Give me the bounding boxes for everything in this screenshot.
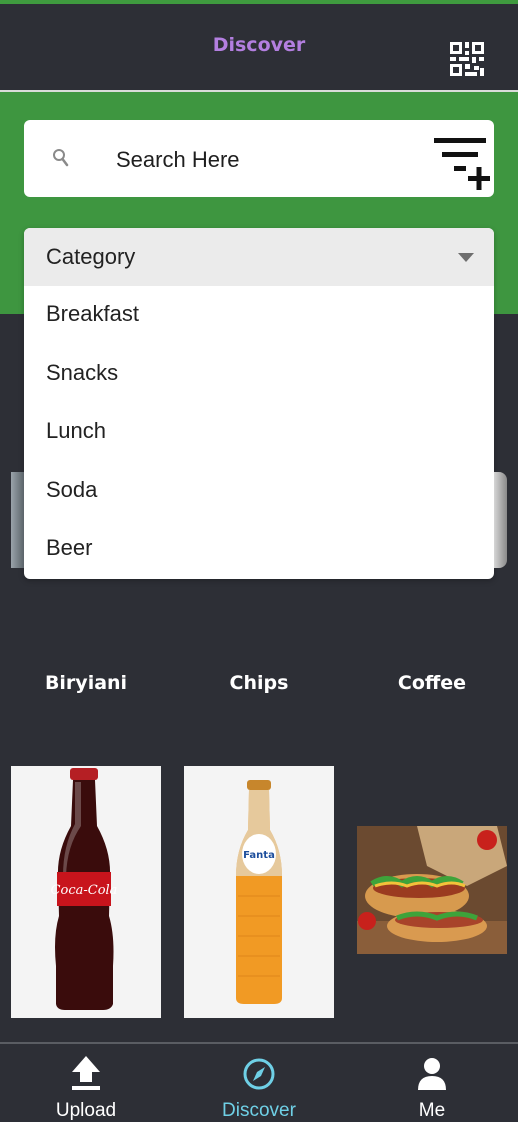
search-input[interactable] [114, 144, 418, 176]
dropdown-option-label: Lunch [46, 418, 106, 444]
dropdown-option-soda[interactable]: Soda [24, 462, 494, 521]
hotdog-image[interactable] [357, 826, 507, 954]
search-icon [53, 149, 69, 167]
hidden-card-image-right [494, 472, 507, 568]
nav-me[interactable]: Me [372, 1044, 492, 1122]
dropdown-option-snacks[interactable]: Snacks [24, 345, 494, 404]
category-dropdown-label: Category [46, 244, 136, 269]
compass-icon [243, 1058, 275, 1090]
dropdown-option-label: Beer [46, 535, 93, 561]
dropdown-option-label: Breakfast [46, 301, 139, 326]
category-dropdown[interactable]: Category Breakfast Snacks Lunch Soda Bee… [24, 228, 494, 579]
svg-text:Fanta: Fanta [243, 850, 275, 861]
svg-text:Coca-Cola: Coca-Cola [51, 883, 118, 898]
category-dropdown-header[interactable]: Category [24, 228, 494, 286]
category-label-biryiani[interactable]: Biryiani [11, 672, 161, 694]
nav-discover[interactable]: Discover [199, 1044, 319, 1122]
fanta-bottle-image[interactable]: Fanta [184, 766, 334, 1018]
nav-upload[interactable]: Upload [26, 1044, 146, 1122]
dropdown-option-breakfast[interactable]: Breakfast [24, 286, 494, 345]
dropdown-option-label: Snacks [46, 359, 119, 385]
hidden-card-image-left [11, 472, 24, 568]
top-app-bar: Discover [0, 4, 518, 90]
nav-label: Upload [55, 1100, 117, 1121]
qr-code-icon[interactable] [448, 40, 486, 78]
category-label-chips[interactable]: Chips [184, 672, 334, 694]
search-bar[interactable] [24, 120, 494, 197]
nav-label: Discover [222, 1100, 296, 1121]
filter-add-icon[interactable] [432, 136, 492, 192]
dropdown-option-lunch[interactable]: Lunch [24, 403, 494, 462]
page-title: Discover [212, 34, 306, 56]
dropdown-option-label: Soda [46, 476, 98, 502]
bottom-navigation: Upload Discover Me [0, 1042, 518, 1122]
cola-bottle-image[interactable]: Coca-Cola [11, 766, 161, 1018]
nav-label: Me [418, 1100, 446, 1121]
person-icon [418, 1058, 446, 1090]
caret-down-icon [458, 253, 474, 262]
dropdown-option-beer[interactable]: Beer [24, 520, 494, 579]
category-label-coffee[interactable]: Coffee [357, 672, 507, 694]
upload-icon [72, 1056, 100, 1090]
